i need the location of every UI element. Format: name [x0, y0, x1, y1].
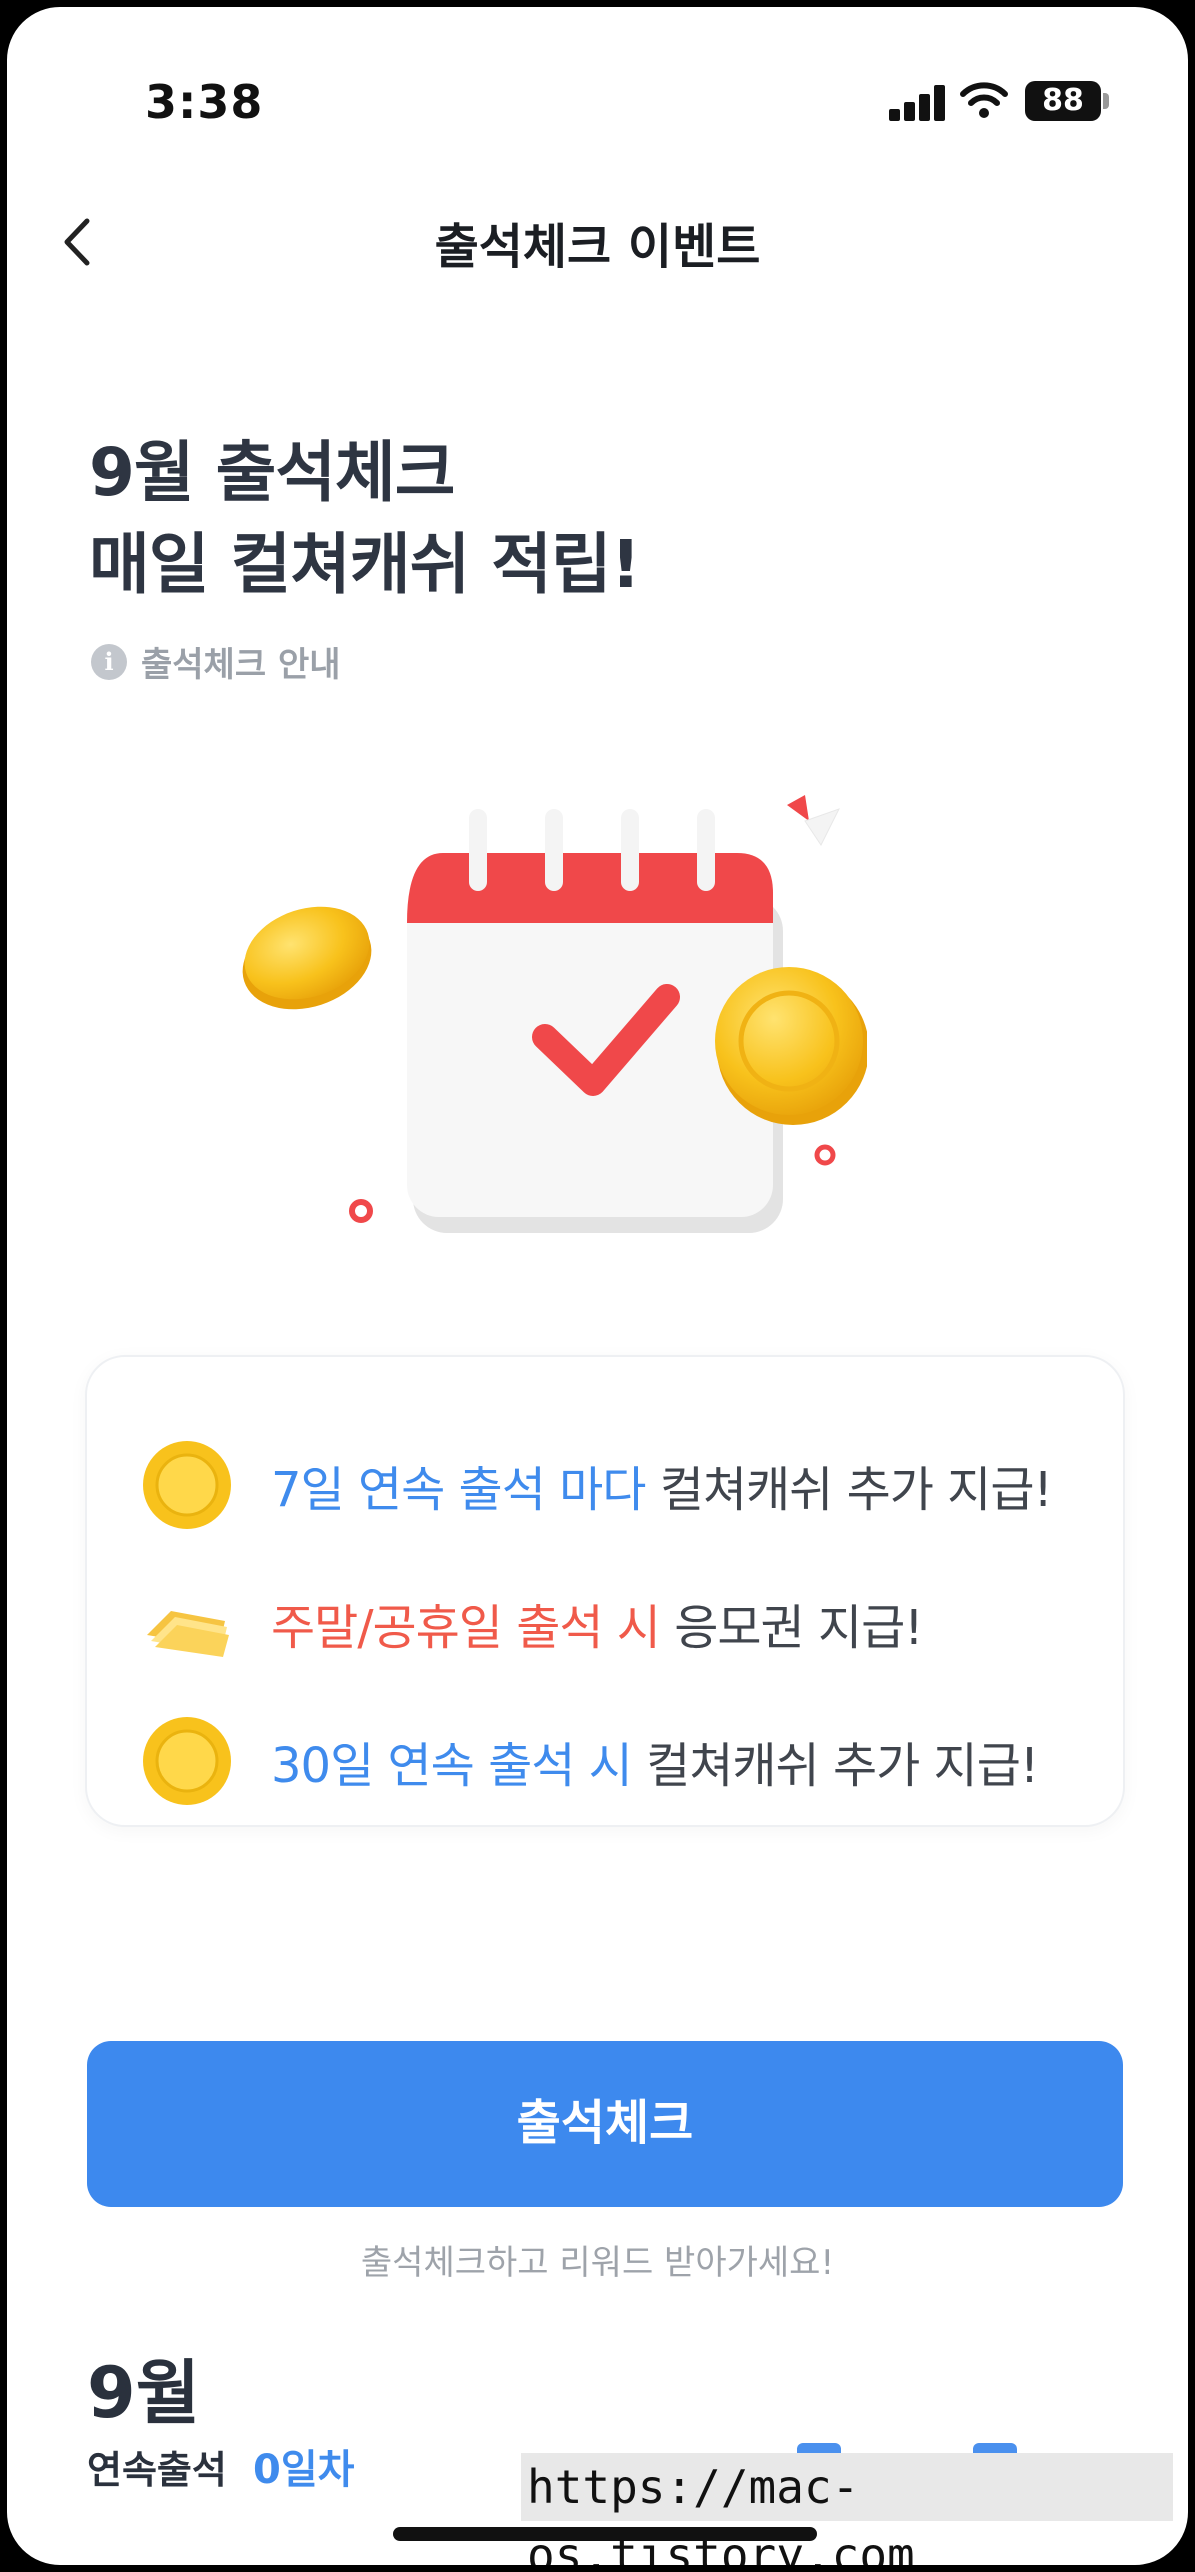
signal-icon: [889, 85, 945, 121]
streak-label: 연속출석: [87, 2448, 227, 2492]
battery-indicator: 88: [1025, 81, 1101, 121]
page-title: 출석체크 이벤트: [434, 219, 761, 275]
headline-line-1: 9월 출석체크: [89, 434, 456, 511]
watermark: https://mac-os.tistory.com: [521, 2453, 1173, 2565]
benefit-description: 컬쳐캐쉬 추가 지급!: [631, 1738, 1039, 1794]
check-in-button[interactable]: 출석체크: [87, 2041, 1123, 2207]
battery-tip: [1103, 93, 1109, 109]
headline-line-2: 매일 컬쳐캐쉬 적립!: [89, 526, 641, 603]
check-in-subtext: 출석체크하고 리워드 받아가세요!: [360, 2243, 835, 2283]
phone-screen: 3:38 88 출석체크 이벤트 9월 출석체크 매일 컬쳐캐쉬 적립! i 출…: [0, 0, 1195, 2572]
coin-icon: [143, 1441, 231, 1529]
attendance-info-link[interactable]: i 출석체크 안내: [91, 637, 341, 686]
info-link-label: 출석체크 안내: [141, 645, 341, 685]
benefit-item: 30일 연속 출석 시 컬쳐캐쉬 추가 지급!: [141, 1711, 1039, 1811]
benefit-item: 7일 연속 출석 마다 컬쳐캐쉬 추가 지급!: [141, 1435, 1053, 1535]
benefit-description: 응모권 지급!: [659, 1600, 923, 1656]
wifi-icon: [960, 82, 1008, 118]
benefit-text: 주말/공휴일 출석 시 응모권 지급!: [271, 1588, 924, 1658]
benefits-card: 7일 연속 출석 마다 컬쳐캐쉬 추가 지급! 주말/공휴일 출석 시 응모권 …: [85, 1355, 1125, 1827]
event-headline: 9월 출석체크 매일 컬쳐캐쉬 적립!: [89, 427, 641, 611]
calendar-illustration: [242, 795, 867, 1233]
streak-value: 0일차: [253, 2447, 355, 2493]
benefit-highlight: 30일 연속 출석 시: [271, 1738, 633, 1794]
benefit-item: 주말/공휴일 출석 시 응모권 지급!: [141, 1573, 924, 1673]
benefit-description: 컬쳐캐쉬 추가 지급!: [645, 1462, 1053, 1518]
benefit-text: 30일 연속 출석 시 컬쳐캐쉬 추가 지급!: [271, 1726, 1039, 1796]
status-time: 3:38: [145, 75, 264, 129]
info-icon: i: [91, 643, 127, 680]
benefit-text: 7일 연속 출석 마다 컬쳐캐쉬 추가 지급!: [271, 1450, 1053, 1520]
ticket-icon: [147, 1611, 229, 1657]
benefit-highlight: 주말/공휴일 출석 시: [271, 1600, 661, 1656]
benefit-highlight: 7일 연속 출석 마다: [271, 1462, 646, 1518]
coin-icon: [143, 1717, 231, 1805]
month-label: 9월: [87, 2352, 201, 2434]
home-indicator[interactable]: [393, 2527, 817, 2541]
